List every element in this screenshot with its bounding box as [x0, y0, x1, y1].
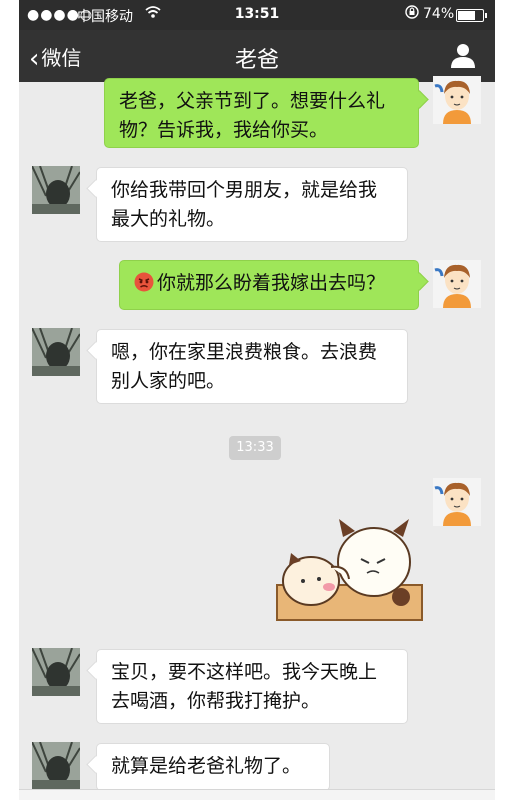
- angry-face-icon: [134, 272, 154, 292]
- rotation-lock-icon: [405, 5, 419, 23]
- message-bubble-received[interactable]: 宝贝，要不这样吧。我今天晚上去喝酒，你帮我打掩护。: [96, 649, 408, 724]
- phone-screen: ●●●●○ 中国移动 13:51 74% ‹ 微信 老爸 老爸，父亲节到了。想要什…: [19, 0, 495, 800]
- message-bubble-sent[interactable]: 你就那么盼着我嫁出去吗？: [119, 260, 419, 310]
- message-bubble-received[interactable]: 嗯，你在家里浪费粮食。去浪费别人家的吧。: [96, 329, 408, 404]
- chat-title: 老爸: [234, 48, 279, 73]
- message-bubble-sent[interactable]: 老爸，父亲节到了。想要什么礼物？告诉我，我给你买。: [104, 78, 419, 148]
- avatar-dad[interactable]: [32, 328, 80, 376]
- message-text: 嗯，你在家里浪费粮食。去浪费别人家的吧。: [111, 341, 378, 392]
- message-text: 宝贝，要不这样吧。我今天晚上去喝酒，你帮我打掩护。: [111, 661, 378, 712]
- battery-percent: 74%: [423, 6, 455, 22]
- status-bar: ●●●●○ 中国移动 13:51 74%: [19, 0, 495, 30]
- message-bubble-received[interactable]: 就算是给老爸礼物了。: [96, 743, 330, 791]
- avatar-dad[interactable]: [32, 742, 80, 790]
- battery-icon: [456, 9, 487, 22]
- panda-bears-sticker-icon: [276, 519, 423, 621]
- chat-header: ‹ 微信 老爸: [19, 30, 495, 82]
- avatar-self[interactable]: [433, 478, 481, 526]
- sticker-message[interactable]: [269, 507, 429, 622]
- avatar-self[interactable]: [433, 76, 481, 124]
- message-text: 你就那么盼着我嫁出去吗？: [157, 272, 386, 294]
- input-bar[interactable]: [19, 789, 495, 800]
- timestamp-divider: 13:33: [229, 436, 281, 460]
- chat-area[interactable]: 老爸，父亲节到了。想要什么礼物？告诉我，我给你买。 你给我带回个男朋友，就是给我…: [19, 76, 495, 800]
- message-text: 你给我带回个男朋友，就是给我最大的礼物。: [111, 179, 378, 230]
- message-bubble-received[interactable]: 你给我带回个男朋友，就是给我最大的礼物。: [96, 167, 408, 242]
- avatar-self[interactable]: [433, 260, 481, 308]
- avatar-dad[interactable]: [32, 648, 80, 696]
- avatar-dad[interactable]: [32, 166, 80, 214]
- contact-info-icon[interactable]: [451, 42, 475, 68]
- message-text: 老爸，父亲节到了。想要什么礼物？告诉我，我给你买。: [119, 90, 386, 141]
- message-text: 就算是给老爸礼物了。: [111, 755, 302, 777]
